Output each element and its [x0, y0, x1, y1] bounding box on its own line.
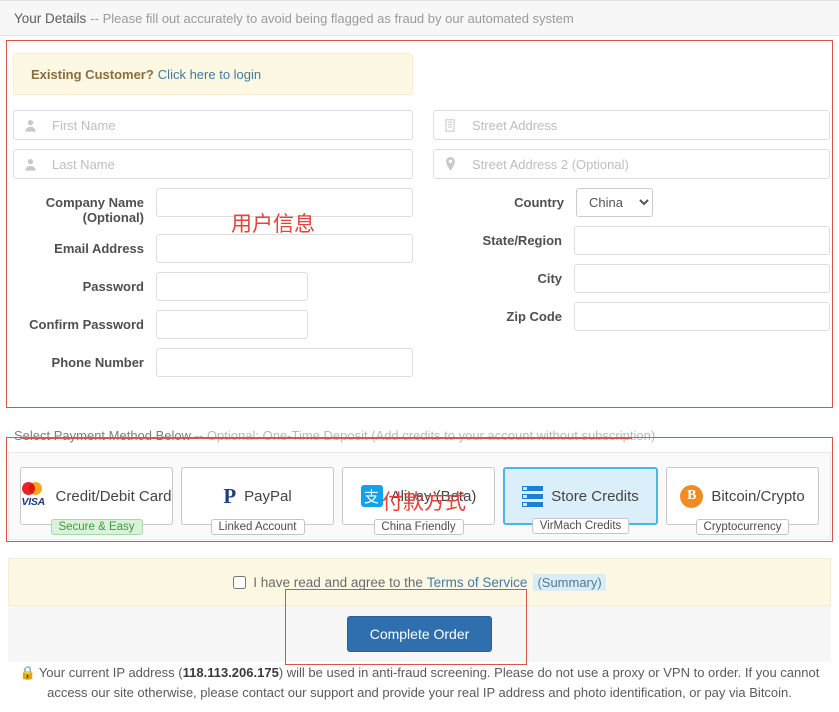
payment-heading-note: -- Optional: One-Time Deposit (Add credi… — [195, 428, 656, 443]
country-select[interactable]: China — [576, 188, 653, 217]
street-address-2-group — [433, 149, 830, 179]
form-right-column: Country China State/Region City Zip Code — [433, 110, 830, 340]
confirm-password-label: Confirm Password — [13, 310, 144, 332]
phone-label: Phone Number — [13, 348, 144, 370]
city-row: City — [433, 264, 830, 293]
last-name-input[interactable] — [13, 149, 413, 179]
checkout-page: Your Details -- Please fill out accurate… — [0, 0, 839, 712]
payment-method-name: Bitcoin/Crypto — [711, 488, 804, 505]
email-row: Email Address — [13, 234, 413, 263]
street-address-input[interactable] — [433, 110, 830, 140]
first-name-input[interactable] — [13, 110, 413, 140]
page-title-subtitle: -- Please fill out accurately to avoid b… — [90, 11, 573, 26]
street-address-group — [433, 110, 830, 140]
alipay-icon: 支 — [361, 485, 383, 507]
confirm-password-input[interactable] — [156, 310, 308, 339]
state-region-input[interactable] — [574, 226, 830, 255]
page-title: Your Details -- Please fill out accurate… — [0, 0, 839, 36]
ip-notice-suffix: ) will be used in anti-fraud screening. … — [279, 665, 820, 680]
paypal-icon: P — [223, 484, 236, 509]
payment-method-tag: Secure & Easy — [50, 519, 142, 535]
confirm-password-row: Confirm Password — [13, 310, 413, 339]
payment-method-name: Alipay (Beta) — [391, 488, 477, 505]
payment-section-heading: Select Payment Method Below -- Optional:… — [0, 428, 839, 450]
bitcoin-icon: B — [680, 485, 703, 508]
complete-order-button[interactable]: Complete Order — [347, 616, 493, 652]
ip-notice-line2: access our site otherwise, please contac… — [47, 685, 792, 700]
phone-row: Phone Number — [13, 348, 413, 377]
payment-method-name: PayPal — [244, 488, 292, 505]
payment-method-tag: VirMach Credits — [532, 518, 630, 534]
payment-method-name: Credit/Debit Card — [56, 488, 172, 505]
payment-heading-text: Select Payment Method Below — [14, 428, 191, 443]
server-stack-icon — [522, 486, 543, 507]
zip-code-input[interactable] — [574, 302, 830, 331]
city-label: City — [433, 264, 562, 286]
password-row: Password — [13, 272, 413, 301]
company-name-input[interactable] — [156, 188, 413, 217]
payment-method-list: VISA Credit/Debit Card Secure & Easy P P… — [8, 452, 831, 540]
state-region-label: State/Region — [433, 226, 562, 248]
company-name-label: Company Name(Optional) — [13, 188, 144, 225]
company-name-row: Company Name(Optional) — [13, 188, 413, 225]
mastercard-visa-icon: VISA — [22, 482, 48, 510]
payment-method-name: Store Credits — [551, 488, 639, 505]
terms-text: I have read and agree to the — [253, 575, 423, 590]
terms-of-service-link[interactable]: Terms of Service — [427, 575, 528, 590]
payment-method-bitcoin[interactable]: B Bitcoin/Crypto Cryptocurrency — [666, 467, 819, 525]
country-row: Country China — [433, 188, 830, 217]
payment-method-tag: Linked Account — [210, 519, 304, 535]
email-label: Email Address — [13, 234, 144, 256]
city-input[interactable] — [574, 264, 830, 293]
payment-method-alipay[interactable]: 支 Alipay (Beta) China Friendly — [342, 467, 495, 525]
ip-notice: 🔒Your current IP address (118.113.206.17… — [8, 660, 831, 710]
payment-method-paypal[interactable]: P PayPal Linked Account — [181, 467, 334, 525]
terms-checkbox[interactable] — [233, 576, 246, 589]
country-label: Country — [433, 188, 564, 210]
terms-summary-badge[interactable]: (Summary) — [533, 574, 605, 591]
terms-agreement-bar: I have read and agree to the Terms of Se… — [8, 558, 831, 606]
lock-icon: 🔒 — [20, 665, 36, 680]
login-link[interactable]: Click here to login — [158, 67, 261, 82]
first-name-group — [13, 110, 413, 140]
ip-notice-prefix: Your current IP address ( — [39, 665, 183, 680]
details-form-section: Existing Customer? Click here to login C… — [0, 38, 839, 408]
ip-address-value: 118.113.206.175 — [183, 665, 279, 680]
existing-customer-label: Existing Customer? — [31, 67, 154, 82]
street-address-2-input[interactable] — [433, 149, 830, 179]
payment-method-tag: Cryptocurrency — [696, 519, 790, 535]
password-label: Password — [13, 272, 144, 294]
page-title-text: Your Details — [14, 11, 86, 26]
order-button-area: Complete Order — [8, 606, 831, 662]
zip-code-label: Zip Code — [433, 302, 562, 324]
zip-code-row: Zip Code — [433, 302, 830, 331]
password-input[interactable] — [156, 272, 308, 301]
form-left-column: Company Name(Optional) Email Address Pas… — [13, 110, 413, 386]
phone-input[interactable] — [156, 348, 413, 377]
state-region-row: State/Region — [433, 226, 830, 255]
payment-method-store-credits[interactable]: Store Credits VirMach Credits — [503, 467, 658, 525]
last-name-group — [13, 149, 413, 179]
payment-method-credit-card[interactable]: VISA Credit/Debit Card Secure & Easy — [20, 467, 173, 525]
existing-customer-alert: Existing Customer? Click here to login — [13, 53, 413, 95]
payment-method-tag: China Friendly — [373, 519, 463, 535]
email-input[interactable] — [156, 234, 413, 263]
